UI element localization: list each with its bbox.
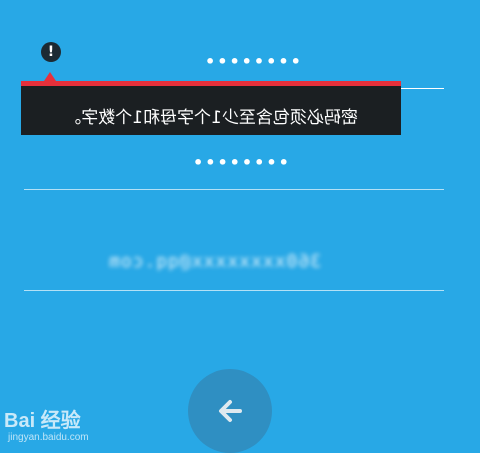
confirm-password-underline [24,189,444,190]
baidu-watermark-url: jingyan.baidu.com [8,432,89,443]
arrow-left-icon [219,400,242,422]
baidu-watermark-logo: Bai 经验 [4,410,81,432]
error-tooltip-text: 密码必须包含至少1个字母和1个数字。 [64,108,358,128]
error-tooltip: 密码必须包含至少1个字母和1个数字。 [21,81,401,135]
back-button[interactable] [188,369,272,453]
error-icon: ! [41,42,61,62]
email-input[interactable]: 360xxxxxxxx@qq.com [108,251,321,272]
confirm-password-input[interactable]: •••••••• [193,153,291,172]
email-underline [24,290,444,291]
password-input[interactable]: •••••••• [205,52,303,71]
tooltip-caret [44,72,56,81]
